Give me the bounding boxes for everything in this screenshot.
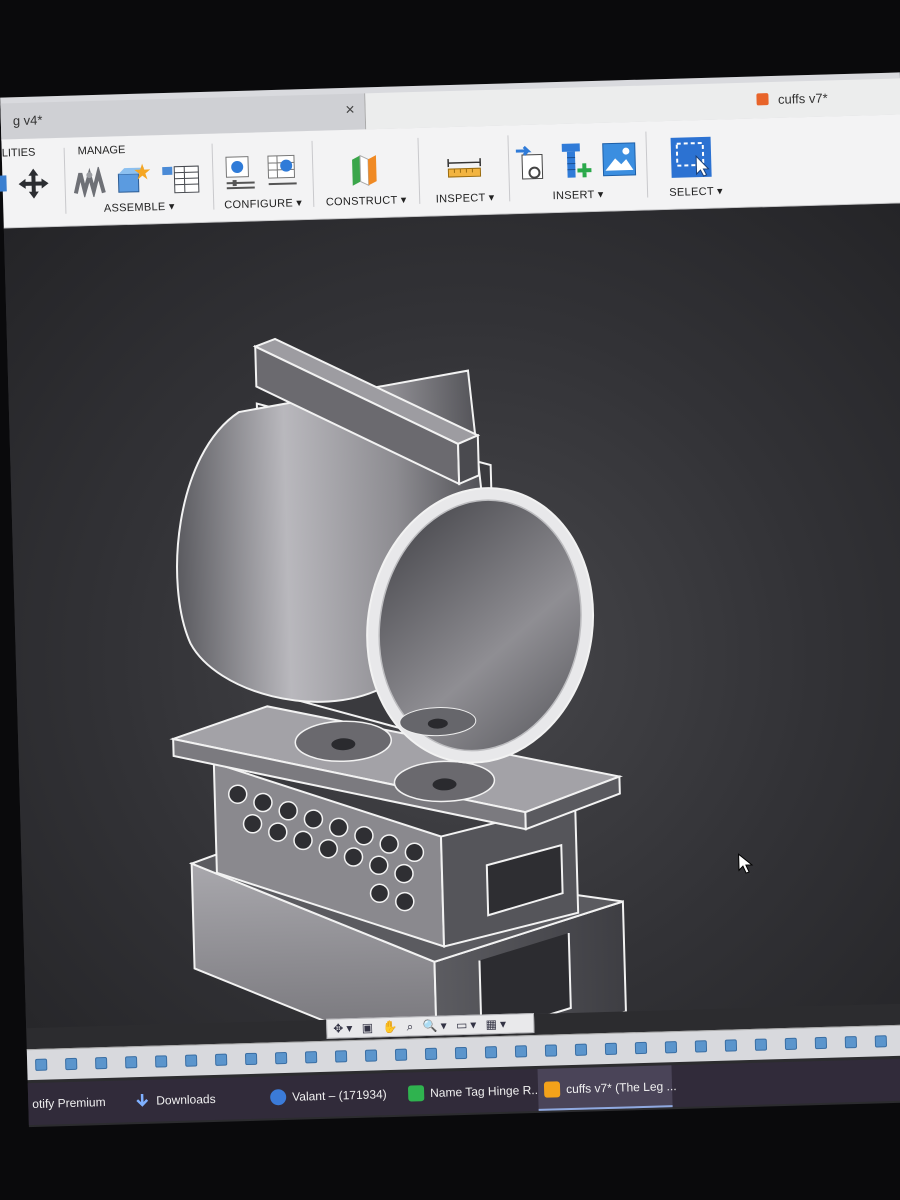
- toolbar-separator: [507, 135, 511, 202]
- partial-tool-icon[interactable]: [0, 169, 17, 198]
- insert-menu[interactable]: INSERT ▾: [513, 187, 643, 204]
- measure-icon[interactable]: [446, 154, 483, 179]
- taskbar-item-label: Name Tag Hinge R...: [429, 1082, 542, 1100]
- timeline-feature-icon[interactable]: [35, 1058, 48, 1071]
- timeline-feature-icon[interactable]: [124, 1056, 138, 1069]
- timeline-feature-icon[interactable]: [184, 1054, 198, 1067]
- construct-menu[interactable]: CONSTRUCT ▾: [317, 193, 415, 209]
- joint-icon[interactable]: [72, 166, 109, 198]
- configure-menu[interactable]: CONFIGURE ▾: [217, 196, 309, 212]
- configure-group: CONFIGURE ▾: [215, 131, 309, 222]
- timeline-feature-icon[interactable]: [604, 1042, 618, 1056]
- design-viewport[interactable]: [3, 203, 900, 1110]
- taskbar-item-label: otify Premium: [32, 1095, 106, 1112]
- timeline-feature-icon[interactable]: [754, 1038, 768, 1051]
- insert-group: INSERT ▾: [511, 122, 643, 214]
- timeline-feature-icon[interactable]: [274, 1051, 288, 1065]
- insert-mcmaster-icon[interactable]: [558, 141, 595, 184]
- utilities-label: LITIES: [1, 146, 36, 160]
- manage-label: MANAGE: [77, 144, 126, 158]
- timeline-feature-icon[interactable]: [544, 1044, 558, 1057]
- timeline-feature-icon[interactable]: [664, 1041, 678, 1054]
- taskbar-item-label: Downloads: [156, 1091, 216, 1108]
- taskbar-item-downloads[interactable]: Downloads: [128, 1077, 261, 1123]
- inspect-group: INSPECT ▾: [421, 125, 507, 215]
- mouse-cursor-icon: [738, 853, 754, 874]
- bill-of-materials-icon[interactable]: [160, 162, 201, 195]
- browser-icon: [269, 1088, 287, 1106]
- tab-label: g v4*: [12, 112, 43, 129]
- timeline-feature-icon[interactable]: [634, 1041, 648, 1055]
- select-group: SELECT ▾: [649, 119, 741, 209]
- timeline-feature-icon[interactable]: [65, 1057, 78, 1071]
- timeline-feature-icon[interactable]: [694, 1040, 708, 1053]
- timeline-feature-icon[interactable]: [334, 1050, 348, 1063]
- window-select-icon[interactable]: [670, 136, 713, 179]
- timeline-feature-icon[interactable]: [484, 1046, 498, 1059]
- taskbar-item-cuffs-v7[interactable]: cuffs v7* (The Leg ...: [537, 1065, 677, 1111]
- timeline-feature-icon[interactable]: [304, 1051, 318, 1064]
- assemble-menu[interactable]: ASSEMBLE ▾: [69, 199, 209, 216]
- inspect-menu[interactable]: INSPECT ▾: [423, 190, 507, 206]
- select-menu[interactable]: SELECT ▾: [651, 184, 741, 200]
- taskbar-item-label: cuffs v7* (The Leg ...: [565, 1079, 677, 1097]
- timeline-feature-icon[interactable]: [784, 1037, 798, 1051]
- timeline-feature-icon[interactable]: [814, 1036, 828, 1050]
- timeline-feature-icon[interactable]: [95, 1056, 108, 1070]
- toolbar-separator: [645, 131, 649, 198]
- design-cube-icon: [756, 93, 769, 106]
- timeline-feature-icon[interactable]: [424, 1047, 438, 1061]
- taskbar-item-valant[interactable]: Valant – (171934): [264, 1073, 399, 1119]
- tab-label: cuffs v7*: [777, 90, 828, 107]
- taskbar-item-label: Valant – (171934): [291, 1087, 387, 1104]
- insert-canvas-icon[interactable]: [602, 142, 637, 177]
- timeline-feature-icon[interactable]: [874, 1035, 888, 1048]
- offset-plane-icon[interactable]: [348, 151, 383, 188]
- insert-derive-icon[interactable]: [514, 144, 551, 185]
- timeline-feature-icon[interactable]: [364, 1049, 378, 1062]
- new-component-icon[interactable]: [114, 161, 151, 196]
- move-icon[interactable]: [16, 166, 51, 201]
- toolbar-separator: [417, 137, 421, 204]
- timeline-feature-icon[interactable]: [154, 1055, 168, 1068]
- cuff-model-render: [169, 337, 627, 1110]
- monitor-screen: g v4* × cuffs v7* LITIES MANAGE ASSEMBLE…: [0, 72, 900, 1128]
- timeline-feature-icon[interactable]: [244, 1052, 258, 1066]
- construct-group: CONSTRUCT ▾: [315, 128, 415, 219]
- close-tab-icon[interactable]: ×: [345, 102, 355, 120]
- toolbar-separator: [211, 143, 215, 210]
- timeline-feature-icon[interactable]: [574, 1043, 588, 1056]
- timeline-feature-icon[interactable]: [724, 1039, 738, 1052]
- app-icon: [407, 1085, 425, 1102]
- timeline-feature-icon[interactable]: [844, 1036, 858, 1049]
- download-arrow-icon: [136, 1093, 149, 1107]
- toolbar-separator: [63, 147, 67, 214]
- timeline-feature-icon[interactable]: [214, 1053, 228, 1066]
- taskbar-item-name-tag-hinge[interactable]: Name Tag Hinge R...: [402, 1069, 541, 1115]
- fusion-app-icon: [543, 1081, 561, 1098]
- taskbar-item-spotify[interactable]: otify Premium: [28, 1080, 125, 1125]
- timeline-feature-icon[interactable]: [454, 1046, 468, 1060]
- timeline-feature-icon[interactable]: [394, 1048, 408, 1061]
- configure-table-icon[interactable]: [264, 153, 301, 190]
- utilities-group: LITIES: [0, 138, 63, 228]
- assemble-group: MANAGE ASSEMBLE ▾: [67, 134, 209, 226]
- toolbar-separator: [311, 140, 315, 207]
- configure-parameter-icon[interactable]: [222, 154, 259, 191]
- timeline-feature-icon[interactable]: [514, 1045, 528, 1058]
